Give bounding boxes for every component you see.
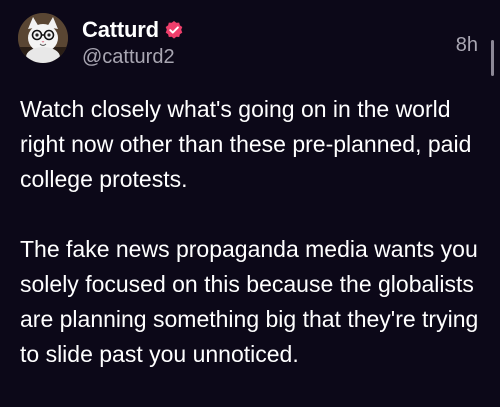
post-paragraph: The fake news propaganda media wants you… <box>20 236 479 367</box>
scrollbar[interactable] <box>491 40 494 76</box>
verified-badge-icon <box>164 20 184 40</box>
post-timestamp[interactable]: 8h <box>456 34 478 57</box>
post-paragraph: Watch closely what's going on in the wor… <box>20 96 472 192</box>
author-handle[interactable]: @catturd2 <box>82 46 175 69</box>
post: Catturd @catturd2 8h Watch closely what'… <box>0 0 500 407</box>
cat-avatar-icon <box>18 13 68 63</box>
avatar[interactable] <box>18 13 68 63</box>
author-name-row: Catturd <box>82 16 184 44</box>
post-body: Watch closely what's going on in the wor… <box>20 92 480 372</box>
display-name[interactable]: Catturd <box>82 17 159 43</box>
